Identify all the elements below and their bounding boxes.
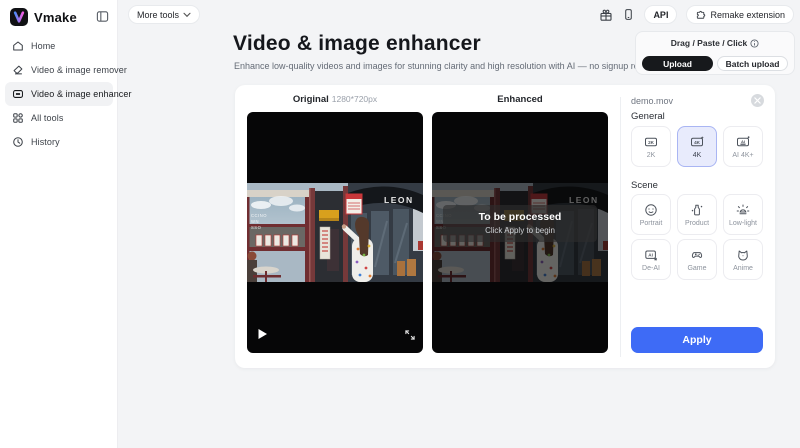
scene-option-product[interactable]: Product xyxy=(677,194,717,235)
general-option-ai-4k-plus[interactable]: AI AI 4K+ xyxy=(723,126,763,167)
topbar-right: API Remake extension xyxy=(599,5,794,24)
page-title: Video & image enhancer xyxy=(233,32,481,56)
upload-button[interactable]: Upload xyxy=(642,56,713,71)
fullscreen-icon[interactable] xyxy=(405,327,415,345)
general-section-label: General xyxy=(631,111,665,122)
sidebar-item-home[interactable]: Home xyxy=(5,34,113,58)
4k-icon: 4K xyxy=(690,135,704,149)
close-icon xyxy=(754,97,761,104)
product-icon xyxy=(690,203,704,217)
more-tools-button[interactable]: More tools xyxy=(128,5,200,24)
eraser-icon xyxy=(12,64,24,76)
remake-extension-button[interactable]: Remake extension xyxy=(686,5,794,24)
upload-dropzone[interactable]: Drag / Paste / Click Upload Batch upload xyxy=(635,31,795,75)
game-icon xyxy=(690,248,704,262)
scene-option-game[interactable]: Game xyxy=(677,239,717,280)
original-video-preview[interactable] xyxy=(247,112,423,353)
scene-section-label: Scene xyxy=(631,180,658,191)
svg-text:AI: AI xyxy=(741,139,745,144)
page-subtitle: Enhance low-quality videos and images fo… xyxy=(234,61,666,71)
sidebar-item-video-image-enhancer[interactable]: Video & image enhancer xyxy=(5,82,113,106)
sidebar-item-history[interactable]: History xyxy=(5,130,113,154)
collapse-sidebar-icon[interactable] xyxy=(96,10,109,28)
panel-divider xyxy=(620,97,621,357)
scene-option-portrait[interactable]: Portrait xyxy=(631,194,671,235)
sidebar: Vmake Home Video & image remover Video &… xyxy=(0,0,118,448)
svg-text:4K: 4K xyxy=(694,140,701,145)
de-ai-icon: AI xyxy=(644,248,658,262)
enhancer-icon xyxy=(12,88,24,100)
low-light-icon xyxy=(736,203,750,217)
close-file-button[interactable] xyxy=(751,94,764,107)
anime-icon xyxy=(736,248,750,262)
file-name: demo.mov xyxy=(631,96,673,106)
original-video-frame xyxy=(247,183,423,282)
scene-option-anime[interactable]: Anime xyxy=(723,239,763,280)
upload-hint: Drag / Paste / Click xyxy=(636,38,794,48)
app-name: Vmake xyxy=(34,10,77,25)
app-window: Vmake Home Video & image remover Video &… xyxy=(0,0,800,448)
portrait-icon xyxy=(644,203,658,217)
batch-upload-button[interactable]: Batch upload xyxy=(717,56,788,71)
general-option-4k[interactable]: 4K 4K xyxy=(677,126,717,167)
enhancer-workspace: Original1280*720px Enhanced To be proces… xyxy=(235,85,775,368)
general-option-2k[interactable]: 2K 2K xyxy=(631,126,671,167)
grid-icon xyxy=(12,112,24,124)
sidebar-item-all-tools[interactable]: All tools xyxy=(5,106,113,130)
sidebar-item-video-image-remover[interactable]: Video & image remover xyxy=(5,58,113,82)
svg-text:2K: 2K xyxy=(648,140,655,145)
chevron-down-icon xyxy=(183,12,191,18)
gift-icon[interactable] xyxy=(599,8,613,22)
scene-option-low-light[interactable]: Low-light xyxy=(723,194,763,235)
enhanced-label: Enhanced xyxy=(432,94,608,105)
vmake-logo-icon xyxy=(10,8,28,26)
overlay-subtitle: Click Apply to begin xyxy=(445,226,595,235)
history-icon xyxy=(12,136,24,148)
scene-option-de-ai[interactable]: AI De-AI xyxy=(631,239,671,280)
2k-icon: 2K xyxy=(644,135,658,149)
overlay-title: To be processed xyxy=(445,211,595,223)
sidebar-nav: Home Video & image remover Video & image… xyxy=(0,34,118,154)
extension-icon xyxy=(695,9,706,20)
api-button[interactable]: API xyxy=(644,5,677,24)
info-icon[interactable] xyxy=(750,39,759,48)
original-label: Original1280*720px xyxy=(247,94,423,105)
enhanced-video-preview[interactable]: To be processed Click Apply to begin xyxy=(432,112,608,353)
play-icon[interactable] xyxy=(257,327,268,345)
original-resolution: 1280*720px xyxy=(332,94,377,104)
home-icon xyxy=(12,40,24,52)
processing-overlay: To be processed Click Apply to begin xyxy=(443,205,597,242)
brand[interactable]: Vmake xyxy=(10,8,77,26)
svg-text:AI: AI xyxy=(648,252,653,257)
ai-4k-icon: AI xyxy=(736,135,750,149)
mobile-icon[interactable] xyxy=(622,8,635,21)
apply-button[interactable]: Apply xyxy=(631,327,763,353)
